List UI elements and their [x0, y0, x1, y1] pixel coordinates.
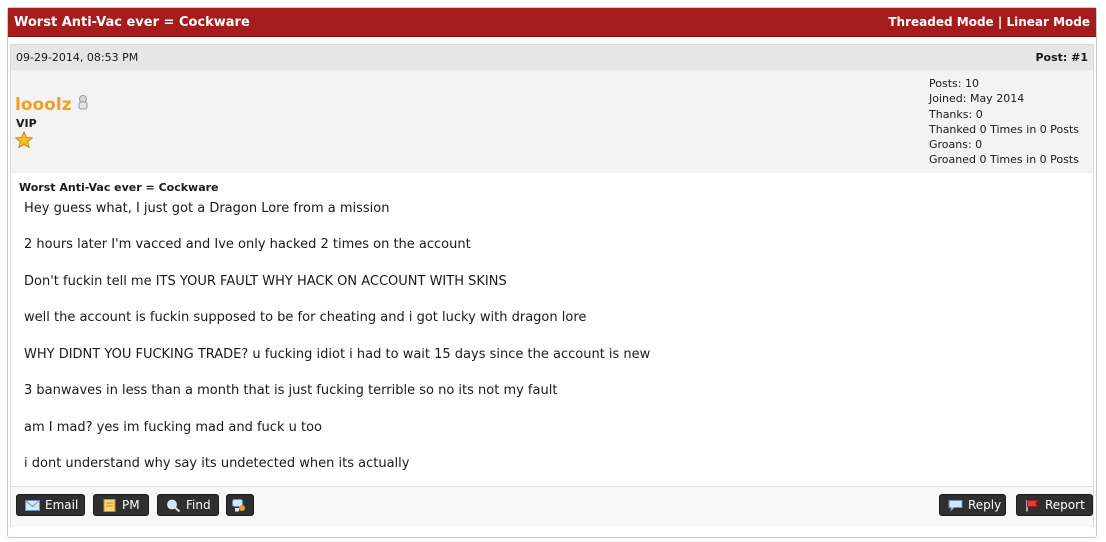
post-text-line: WHY DIDNT YOU FUCKING TRADE? u fucking i…: [24, 347, 651, 362]
find-button[interactable]: Find: [157, 494, 219, 516]
author-rank: VIP: [16, 117, 37, 130]
stat-joined: Joined: May 2014: [929, 92, 1025, 106]
post-text-line: am I mad? yes im fucking mad and fuck u …: [24, 420, 322, 435]
post-actions: Email PM Find Reply Report: [11, 486, 1093, 527]
thread-container: Worst Anti-Vac ever = Cockware Threaded …: [7, 7, 1097, 538]
star-icon: [14, 130, 34, 149]
speech-bubble-icon: [948, 499, 963, 512]
view-modes: Threaded Mode | Linear Mode: [888, 15, 1090, 29]
stat-thanked: Thanked 0 Times in 0 Posts: [929, 122, 1080, 136]
post-subject: Worst Anti-Vac ever = Cockware: [19, 181, 219, 194]
email-button-label: Email: [45, 498, 79, 512]
mode-separator: |: [997, 15, 1003, 29]
note-icon: [102, 498, 117, 512]
post-text-line: 3 banwaves in less than a month that is …: [24, 383, 558, 398]
multiquote-icon: [232, 498, 247, 512]
multiquote-button[interactable]: [226, 494, 254, 516]
report-button[interactable]: Report: [1016, 494, 1093, 516]
pm-button[interactable]: PM: [93, 494, 149, 516]
post-date: 09-29-2014, 08:53 PM: [16, 51, 139, 64]
post-text-line: well the account is fuckin supposed to b…: [24, 310, 587, 325]
pm-button-label: PM: [122, 498, 140, 512]
flag-icon: [1025, 499, 1040, 512]
author-stats: Posts: 10 Joined: May 2014 Thanks: 0 Tha…: [929, 76, 1079, 168]
thread-header: Worst Anti-Vac ever = Cockware Threaded …: [8, 8, 1096, 37]
author-username-link[interactable]: looolz: [15, 95, 72, 115]
stat-groaned: Groaned 0 Times in 0 Posts: [929, 153, 1079, 167]
linear-mode-link[interactable]: Linear Mode: [1006, 15, 1090, 29]
find-button-label: Find: [186, 498, 211, 512]
thread-title: Worst Anti-Vac ever = Cockware: [14, 14, 250, 30]
stat-groans: Groans: 0: [929, 138, 983, 152]
post-text-line: Don't fuckin tell me ITS YOUR FAULT WHY …: [24, 274, 507, 289]
author-panel: looolz VIP Posts: 10 Joined: May 2014 Th…: [11, 70, 1093, 173]
post-text-line: 2 hours later I'm vacced and Ive only ha…: [24, 237, 471, 252]
stat-thanks: Thanks: 0: [929, 107, 983, 121]
magnifier-icon: [166, 499, 181, 512]
post-header: 09-29-2014, 08:53 PM Post: #1: [11, 45, 1093, 70]
reply-button-label: Reply: [968, 498, 1002, 512]
email-button[interactable]: Email: [16, 494, 85, 516]
post-text-line: i dont understand why say its undetected…: [24, 456, 410, 471]
post-body: Worst Anti-Vac ever = Cockware Hey guess…: [11, 173, 1093, 485]
post: 09-29-2014, 08:53 PM Post: #1 looolz VIP…: [10, 44, 1094, 527]
stat-posts: Posts: 10: [929, 77, 979, 90]
report-button-label: Report: [1045, 498, 1085, 512]
threaded-mode-link[interactable]: Threaded Mode: [888, 15, 993, 29]
post-text-line: Hey guess what, I just got a Dragon Lore…: [24, 201, 390, 216]
reply-button[interactable]: Reply: [939, 494, 1006, 516]
envelope-icon: [25, 499, 40, 512]
post-number-link[interactable]: Post: #1: [1035, 51, 1088, 64]
offline-user-icon: [76, 94, 90, 110]
